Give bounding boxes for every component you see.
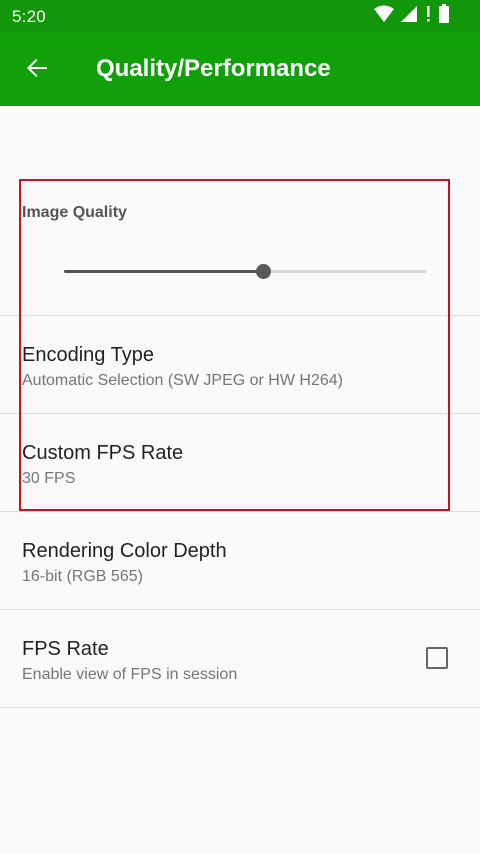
fps-rate-summary: Enable view of FPS in session: [22, 666, 238, 683]
status-icons: [374, 4, 450, 28]
fps-rate-title: FPS Rate: [22, 638, 109, 660]
encoding-type-summary: Automatic Selection (SW JPEG or HW H264): [22, 372, 343, 389]
notification-icon: [424, 5, 432, 28]
preferences-list: Image Quality Encoding Type Automatic Se…: [0, 106, 480, 853]
custom-fps-rate-title: Custom FPS Rate: [22, 442, 184, 464]
fps-rate-checkbox[interactable]: [426, 647, 448, 669]
battery-icon: [438, 4, 450, 28]
back-button[interactable]: [14, 47, 60, 93]
status-time: 5:20: [12, 7, 46, 26]
slider-fill: [64, 270, 264, 273]
fps-rate-item[interactable]: FPS Rate Enable view of FPS in session: [0, 610, 480, 707]
encoding-type-title: Encoding Type: [22, 344, 154, 366]
custom-fps-rate-summary: 30 FPS: [22, 470, 76, 487]
status-bar: 5:20: [0, 0, 480, 33]
rendering-color-depth-item[interactable]: Rendering Color Depth 16-bit (RGB 565): [0, 512, 480, 609]
rendering-color-depth-title: Rendering Color Depth: [22, 540, 227, 562]
custom-fps-rate-item[interactable]: Custom FPS Rate 30 FPS: [0, 414, 480, 511]
signal-icon: [400, 5, 418, 28]
encoding-type-item[interactable]: Encoding Type Automatic Selection (SW JP…: [0, 316, 480, 413]
slider-thumb[interactable]: [256, 264, 272, 279]
image-quality-slider[interactable]: [64, 262, 426, 282]
app-bar: Quality/Performance: [0, 33, 480, 106]
page-title: Quality/Performance: [96, 55, 331, 82]
wifi-icon: [374, 5, 394, 28]
back-arrow-icon: [25, 56, 49, 85]
rendering-color-depth-summary: 16-bit (RGB 565): [22, 568, 143, 585]
divider: [0, 707, 480, 708]
image-quality-title: Image Quality: [22, 204, 127, 221]
